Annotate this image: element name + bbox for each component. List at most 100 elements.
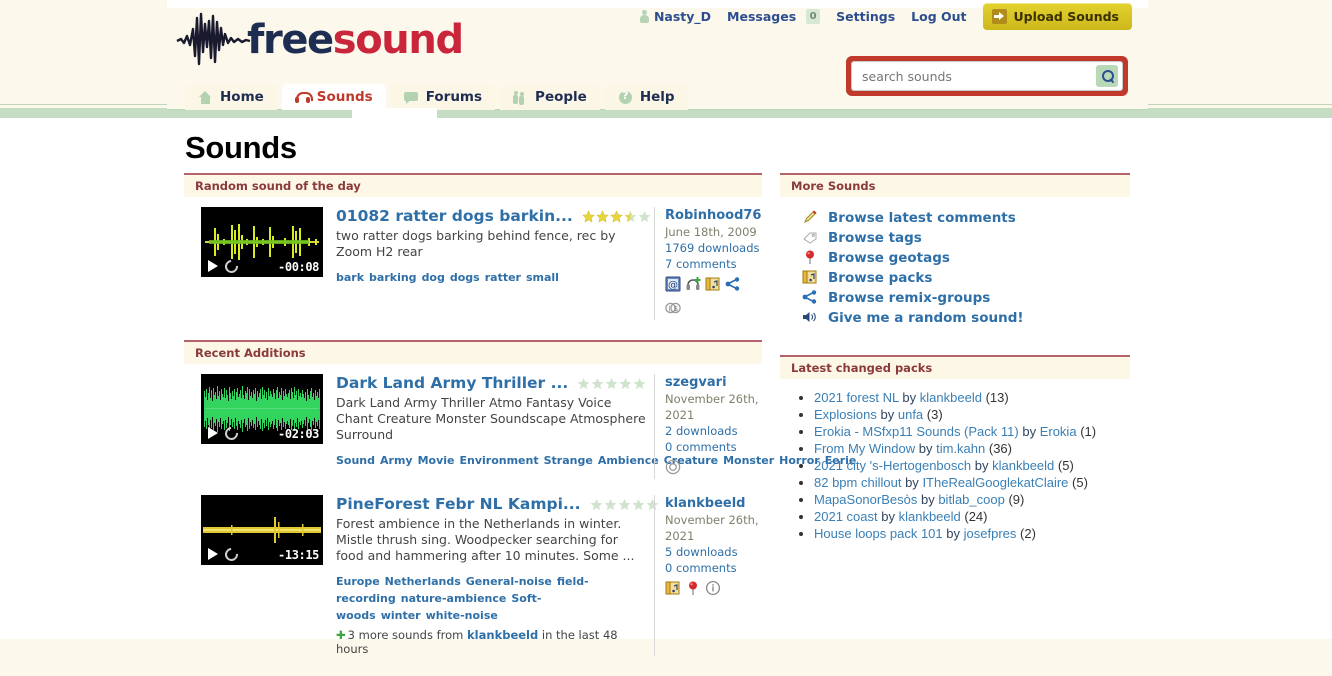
settings-link[interactable]: Settings bbox=[836, 9, 895, 24]
tag-link[interactable]: Sound bbox=[336, 454, 375, 467]
rating-stars[interactable] bbox=[590, 498, 659, 511]
logout-link[interactable]: Log Out bbox=[911, 9, 966, 24]
search-input[interactable] bbox=[860, 67, 1096, 85]
pack-author-link[interactable]: klankbeeld bbox=[992, 458, 1054, 473]
more-line-user-link[interactable]: klankbeeld bbox=[467, 628, 538, 642]
pack-icon[interactable] bbox=[705, 276, 721, 296]
pack-author-link[interactable]: josefpres bbox=[964, 526, 1017, 541]
pack-author-link[interactable]: klankbeeld bbox=[899, 509, 961, 524]
nav-tab-help[interactable]: Help bbox=[604, 84, 688, 110]
packs-list: 2021 forest NL by klankbeeld (13)Explosi… bbox=[780, 379, 1130, 546]
tag-link[interactable]: dogs bbox=[450, 271, 480, 284]
pack-author-link[interactable]: ITheRealGooglekatClaire bbox=[922, 475, 1068, 490]
tag-link[interactable]: nature-ambience bbox=[401, 592, 507, 605]
headphones-plus-icon[interactable] bbox=[685, 276, 701, 296]
nav-tab-forums[interactable]: Forums bbox=[390, 84, 496, 110]
search-submit-button[interactable] bbox=[1096, 65, 1118, 87]
browse-latest-comments-link[interactable]: Browse latest comments bbox=[828, 210, 1016, 226]
tag-link[interactable]: Ambience bbox=[598, 454, 659, 467]
waveform-thumbnail[interactable]: -00:08 bbox=[201, 207, 323, 277]
sound-author-link[interactable]: klankbeeld bbox=[665, 496, 745, 511]
play-button[interactable] bbox=[208, 427, 218, 439]
geotag-pin-icon[interactable] bbox=[685, 580, 701, 600]
nav-tab-home[interactable]: Home bbox=[185, 84, 277, 110]
remix-icon[interactable] bbox=[725, 276, 741, 296]
browse-remix-groups-link[interactable]: Browse remix-groups bbox=[828, 290, 990, 306]
logout-link-wrap[interactable]: Log Out bbox=[911, 9, 966, 24]
tag-link[interactable]: General-noise bbox=[466, 575, 552, 588]
tag-link[interactable]: Netherlands bbox=[385, 575, 461, 588]
pack-link[interactable]: From My Window bbox=[814, 441, 915, 456]
pack-link[interactable]: House loops pack 101 bbox=[814, 526, 943, 541]
tag-link[interactable]: white-noise bbox=[426, 609, 498, 622]
messages-link-wrap[interactable]: Messages 0 bbox=[727, 8, 821, 24]
pack-author-link[interactable]: tim.kahn bbox=[936, 441, 985, 456]
sound-title-link[interactable]: Dark Land Army Thriller ... bbox=[336, 374, 568, 392]
info-icon[interactable] bbox=[705, 580, 721, 600]
waveform-thumbnail[interactable]: -02:03 bbox=[201, 374, 323, 444]
play-button[interactable] bbox=[208, 260, 218, 272]
tag-link[interactable]: Army bbox=[380, 454, 413, 467]
tag-link[interactable]: barking bbox=[369, 271, 417, 284]
tag-link[interactable]: Environment bbox=[460, 454, 539, 467]
sound-title-link[interactable]: PineForest Febr NL Kampi... bbox=[336, 495, 581, 513]
pack-link[interactable]: MapaSonorBesòs bbox=[814, 492, 917, 507]
rating-stars[interactable] bbox=[581, 209, 651, 223]
sound-author-link[interactable]: szegvari bbox=[665, 375, 727, 390]
cc-zero-icon[interactable] bbox=[665, 459, 681, 479]
tag-link[interactable]: Movie bbox=[418, 454, 455, 467]
creative-commons-icon[interactable]: ($ bbox=[665, 300, 681, 320]
pack-icon[interactable] bbox=[665, 580, 681, 600]
tag-link[interactable]: dog bbox=[422, 271, 445, 284]
play-button[interactable] bbox=[208, 548, 218, 560]
sound-downloads[interactable]: 1769 downloads bbox=[665, 241, 760, 255]
pack-link[interactable]: 2021 forest NL bbox=[814, 390, 899, 405]
sound-author-link[interactable]: Robinhood76 bbox=[665, 208, 761, 223]
tag-link[interactable]: Strange bbox=[544, 454, 593, 467]
site-logo[interactable]: freesound bbox=[176, 12, 464, 67]
list-item[interactable]: Give me a random sound! bbox=[802, 309, 1130, 327]
sound-comments[interactable]: 0 comments bbox=[665, 440, 737, 454]
pack-author-link[interactable]: bitlab_coop bbox=[938, 492, 1005, 507]
pack-link[interactable]: Explosions bbox=[814, 407, 877, 422]
tag-link[interactable]: Europe bbox=[336, 575, 380, 588]
username-link[interactable]: Nasty_D bbox=[654, 9, 711, 24]
pack-link[interactable]: 82 bpm chillout bbox=[814, 475, 901, 490]
list-item: 82 bpm chillout by ITheRealGooglekatClai… bbox=[814, 474, 1130, 491]
browse-geotags-link[interactable]: Browse geotags bbox=[828, 250, 950, 266]
nav-tab-sounds[interactable]: Sounds bbox=[281, 84, 386, 110]
list-item[interactable]: Browse packs bbox=[802, 269, 1130, 287]
tag-link[interactable]: ratter bbox=[485, 271, 521, 284]
sound-downloads[interactable]: 5 downloads bbox=[665, 545, 738, 559]
tag-link[interactable]: bark bbox=[336, 271, 364, 284]
browse-tags-link[interactable]: Browse tags bbox=[828, 230, 922, 246]
pack-author-link[interactable]: unfa bbox=[898, 407, 923, 422]
settings-link-wrap[interactable]: Settings bbox=[836, 9, 895, 24]
sound-comments[interactable]: 0 comments bbox=[665, 561, 737, 575]
geotag-pin-icon bbox=[802, 249, 818, 268]
list-item[interactable]: Browse latest comments bbox=[802, 209, 1130, 227]
list-item[interactable]: Browse tags bbox=[802, 229, 1130, 247]
email-attribution-icon[interactable]: @ bbox=[665, 276, 681, 296]
list-item[interactable]: Browse geotags bbox=[802, 249, 1130, 267]
tag-link[interactable]: winter bbox=[381, 609, 421, 622]
pack-author-link[interactable]: Erokia bbox=[1040, 424, 1077, 439]
browse-packs-link[interactable]: Browse packs bbox=[828, 270, 932, 286]
messages-link[interactable]: Messages bbox=[727, 9, 796, 24]
upload-sounds-button[interactable]: Upload Sounds bbox=[982, 2, 1132, 30]
more-sounds-panel: More Sounds Browse latest comments Brows… bbox=[780, 173, 1130, 341]
pack-link[interactable]: 2021 city 's-Hertogenbosch bbox=[814, 458, 971, 473]
pack-link[interactable]: Erokia - MSfxp11 Sounds (Pack 11) bbox=[814, 424, 1019, 439]
waveform-thumbnail[interactable]: -13:15 bbox=[201, 495, 323, 565]
pack-link[interactable]: 2021 coast bbox=[814, 509, 878, 524]
list-item[interactable]: Browse remix-groups bbox=[802, 289, 1130, 307]
tag-link[interactable]: small bbox=[526, 271, 559, 284]
rating-stars[interactable] bbox=[577, 377, 646, 390]
sound-comments[interactable]: 7 comments bbox=[665, 257, 737, 271]
pack-author-link[interactable]: klankbeeld bbox=[920, 390, 982, 405]
sound-downloads[interactable]: 2 downloads bbox=[665, 424, 738, 438]
random-sound-link[interactable]: Give me a random sound! bbox=[828, 310, 1024, 326]
sound-title-link[interactable]: 01082 ratter dogs barkin... bbox=[336, 207, 573, 225]
nav-tab-people[interactable]: People bbox=[500, 84, 600, 110]
username-link-wrap[interactable]: Nasty_D bbox=[639, 9, 711, 24]
